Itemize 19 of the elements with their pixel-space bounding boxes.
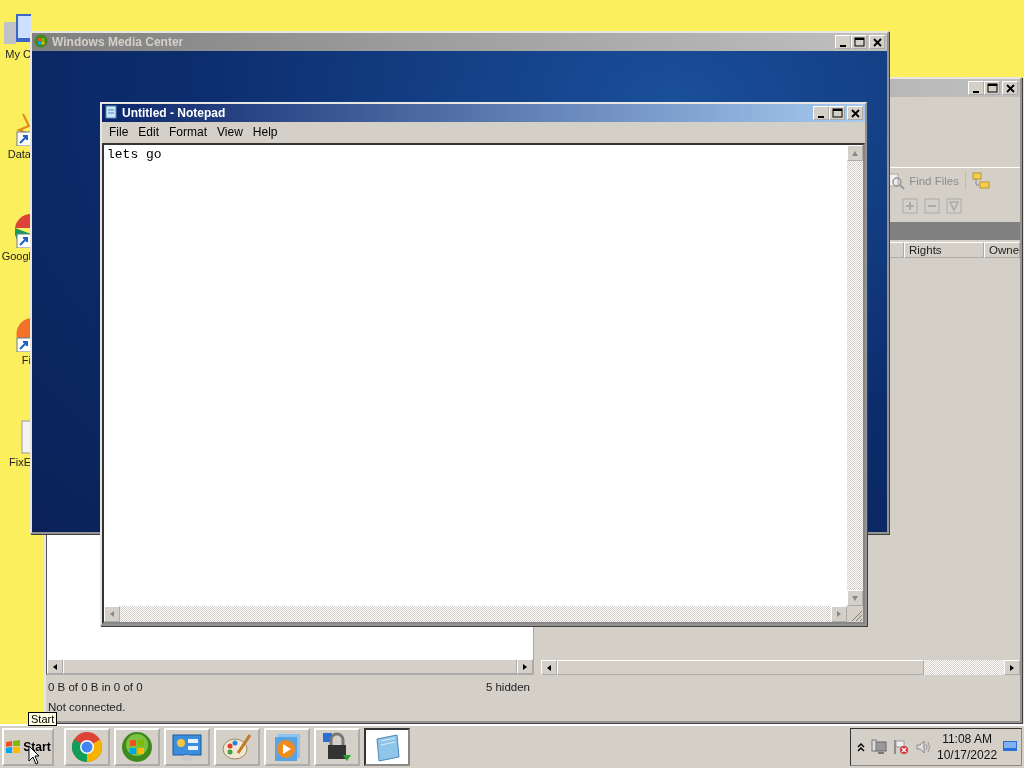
status-text: 0 B of 0 B in 0 of 0 — [48, 681, 143, 695]
clock[interactable]: 11:08 AM 10/17/2022 — [937, 731, 998, 763]
menu-item[interactable]: Edit — [133, 125, 165, 139]
menu-item[interactable]: Help — [247, 125, 283, 139]
tooltip: Start — [28, 712, 58, 726]
window-title: Untitled - Notepad — [122, 106, 227, 120]
status-text: 5 hidden — [485, 681, 530, 695]
icon-label: Data — [7, 148, 31, 160]
column-header[interactable]: Owne — [984, 242, 1020, 258]
window-title: Windows Media Center — [52, 35, 185, 49]
icon-label: My C — [5, 48, 31, 60]
icon-label: Googl — [1, 250, 31, 262]
status-text: Not connected. — [48, 701, 126, 713]
icon-label: Fi — [21, 354, 31, 366]
column-header[interactable]: Rights — [904, 242, 984, 258]
menu-item[interactable]: Format — [164, 125, 213, 139]
menu-item[interactable]: File — [104, 125, 134, 139]
menu-item[interactable]: View — [212, 125, 248, 139]
icon-label: FixE — [9, 456, 31, 468]
